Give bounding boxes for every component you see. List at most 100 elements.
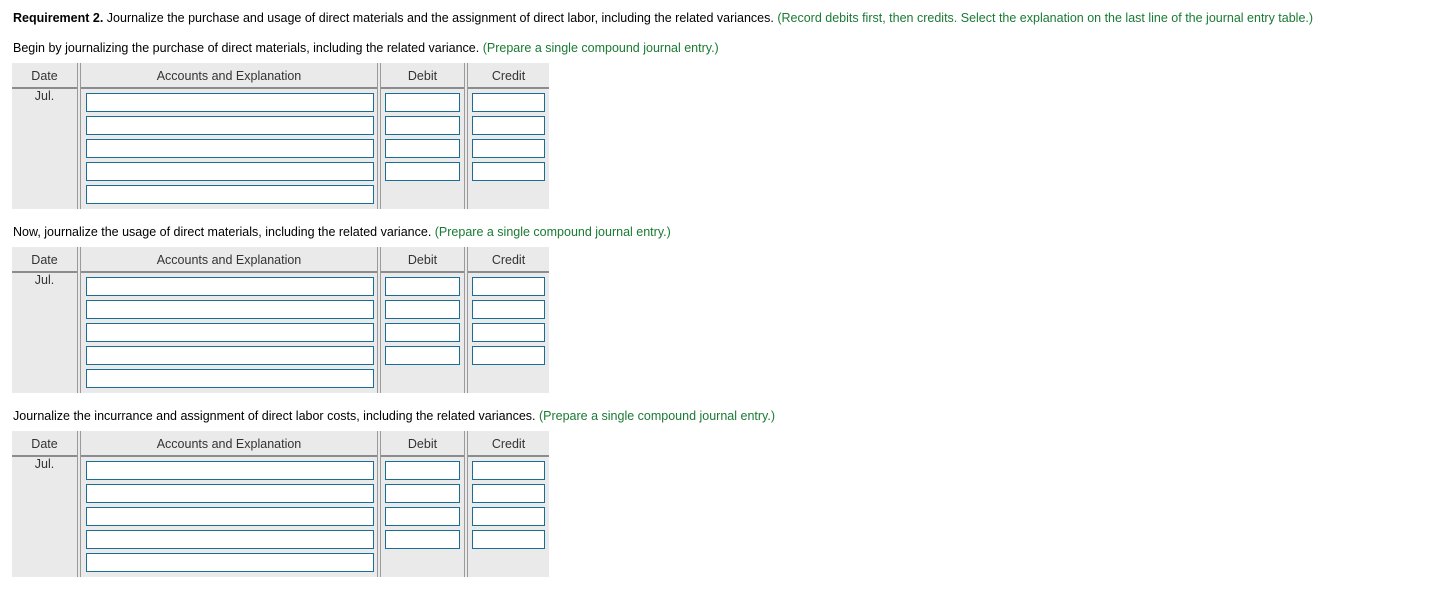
table-header-row: Date Accounts and Explanation Debit Cred…	[12, 431, 549, 457]
column-header-date: Date	[12, 247, 77, 273]
accounts-cell	[81, 273, 377, 296]
accounts-input[interactable]	[86, 484, 374, 503]
accounts-input[interactable]	[86, 139, 374, 158]
section-instruction: Journalize the incurrance and assignment…	[0, 393, 1429, 423]
credit-cell	[468, 112, 549, 135]
column-header-date: Date	[12, 63, 77, 89]
table-row: Jul.	[12, 457, 549, 577]
credit-input[interactable]	[472, 277, 545, 296]
credit-input[interactable]	[472, 484, 545, 503]
debit-input[interactable]	[385, 346, 460, 365]
table-row: Jul.	[12, 273, 549, 393]
credit-input[interactable]	[472, 323, 545, 342]
accounts-input[interactable]	[86, 116, 374, 135]
debit-input[interactable]	[385, 93, 460, 112]
debit-input[interactable]	[385, 530, 460, 549]
credit-input[interactable]	[472, 116, 545, 135]
debit-input[interactable]	[385, 323, 460, 342]
debit-input[interactable]	[385, 162, 460, 181]
debit-cell	[381, 549, 464, 572]
accounts-cell	[81, 526, 377, 549]
accounts-input[interactable]	[86, 530, 374, 549]
debit-cell	[381, 273, 464, 296]
accounts-input[interactable]	[86, 369, 374, 388]
credit-input[interactable]	[472, 507, 545, 526]
credit-cell	[468, 457, 549, 480]
column-header-accounts: Accounts and Explanation	[81, 247, 377, 273]
debit-input[interactable]	[385, 461, 460, 480]
section-instruction-text: Now, journalize the usage of direct mate…	[13, 225, 435, 239]
section-instruction: Begin by journalizing the purchase of di…	[0, 25, 1429, 55]
table-filler-row	[12, 572, 549, 577]
credit-cell	[468, 480, 549, 503]
accounts-input[interactable]	[86, 162, 374, 181]
credit-cell	[468, 135, 549, 158]
column-header-debit: Debit	[381, 63, 464, 89]
credit-input[interactable]	[472, 162, 545, 181]
accounts-input[interactable]	[86, 185, 374, 204]
debit-cell	[381, 457, 464, 480]
accounts-cell	[81, 480, 377, 503]
table-row	[12, 181, 549, 204]
column-header-debit: Debit	[381, 247, 464, 273]
requirement-hint: (Record debits first, then credits. Sele…	[777, 11, 1314, 25]
table-body: Jul.	[12, 273, 549, 393]
credit-input[interactable]	[472, 139, 545, 158]
accounts-cell	[81, 319, 377, 342]
credit-cell	[468, 319, 549, 342]
table-row	[12, 296, 549, 319]
section-instruction-hint: (Prepare a single compound journal entry…	[482, 41, 719, 55]
filler-cell-debit	[381, 572, 464, 577]
table-row: Jul.	[12, 89, 549, 209]
credit-input[interactable]	[472, 93, 545, 112]
credit-input[interactable]	[472, 530, 545, 549]
credit-input[interactable]	[472, 346, 545, 365]
journal-entry-table: Date Accounts and Explanation Debit Cred…	[12, 63, 549, 209]
accounts-input[interactable]	[86, 507, 374, 526]
accounts-cell	[81, 503, 377, 526]
journal-section-purchase-direct-materials: Begin by journalizing the purchase of di…	[0, 25, 1429, 209]
table-row	[12, 365, 549, 388]
accounts-input[interactable]	[86, 553, 374, 572]
column-header-credit: Credit	[468, 247, 549, 273]
credit-input[interactable]	[472, 300, 545, 319]
debit-cell	[381, 480, 464, 503]
table-row	[12, 342, 549, 365]
debit-cell	[381, 319, 464, 342]
date-cell: Jul.	[12, 89, 77, 209]
debit-input[interactable]	[385, 139, 460, 158]
accounts-cell	[81, 135, 377, 158]
accounts-cell	[81, 342, 377, 365]
debit-input[interactable]	[385, 507, 460, 526]
credit-input[interactable]	[472, 461, 545, 480]
accounts-input[interactable]	[86, 461, 374, 480]
accounts-input[interactable]	[86, 323, 374, 342]
table-header-row: Date Accounts and Explanation Debit Cred…	[12, 63, 549, 89]
requirement-label: Requirement 2.	[13, 11, 104, 25]
debit-input[interactable]	[385, 300, 460, 319]
debit-cell	[381, 342, 464, 365]
accounts-input[interactable]	[86, 93, 374, 112]
accounts-input[interactable]	[86, 346, 374, 365]
accounts-input[interactable]	[86, 300, 374, 319]
accounts-cell	[81, 365, 377, 388]
debit-input[interactable]	[385, 116, 460, 135]
accounts-input[interactable]	[86, 277, 374, 296]
column-header-debit: Debit	[381, 431, 464, 457]
debit-cell	[381, 503, 464, 526]
debit-cell	[381, 526, 464, 549]
table-row	[12, 319, 549, 342]
debit-input[interactable]	[385, 484, 460, 503]
section-instruction: Now, journalize the usage of direct mate…	[0, 209, 1429, 239]
table-row	[12, 158, 549, 181]
debit-cell	[381, 181, 464, 204]
credit-cell	[468, 503, 549, 526]
debit-input[interactable]	[385, 277, 460, 296]
requirement-line: Requirement 2. Journalize the purchase a…	[0, 0, 1429, 25]
journal-section-usage-direct-materials: Now, journalize the usage of direct mate…	[0, 209, 1429, 393]
credit-cell	[468, 296, 549, 319]
column-header-credit: Credit	[468, 63, 549, 89]
accounts-cell	[81, 296, 377, 319]
column-header-accounts: Accounts and Explanation	[81, 63, 377, 89]
credit-cell	[468, 342, 549, 365]
